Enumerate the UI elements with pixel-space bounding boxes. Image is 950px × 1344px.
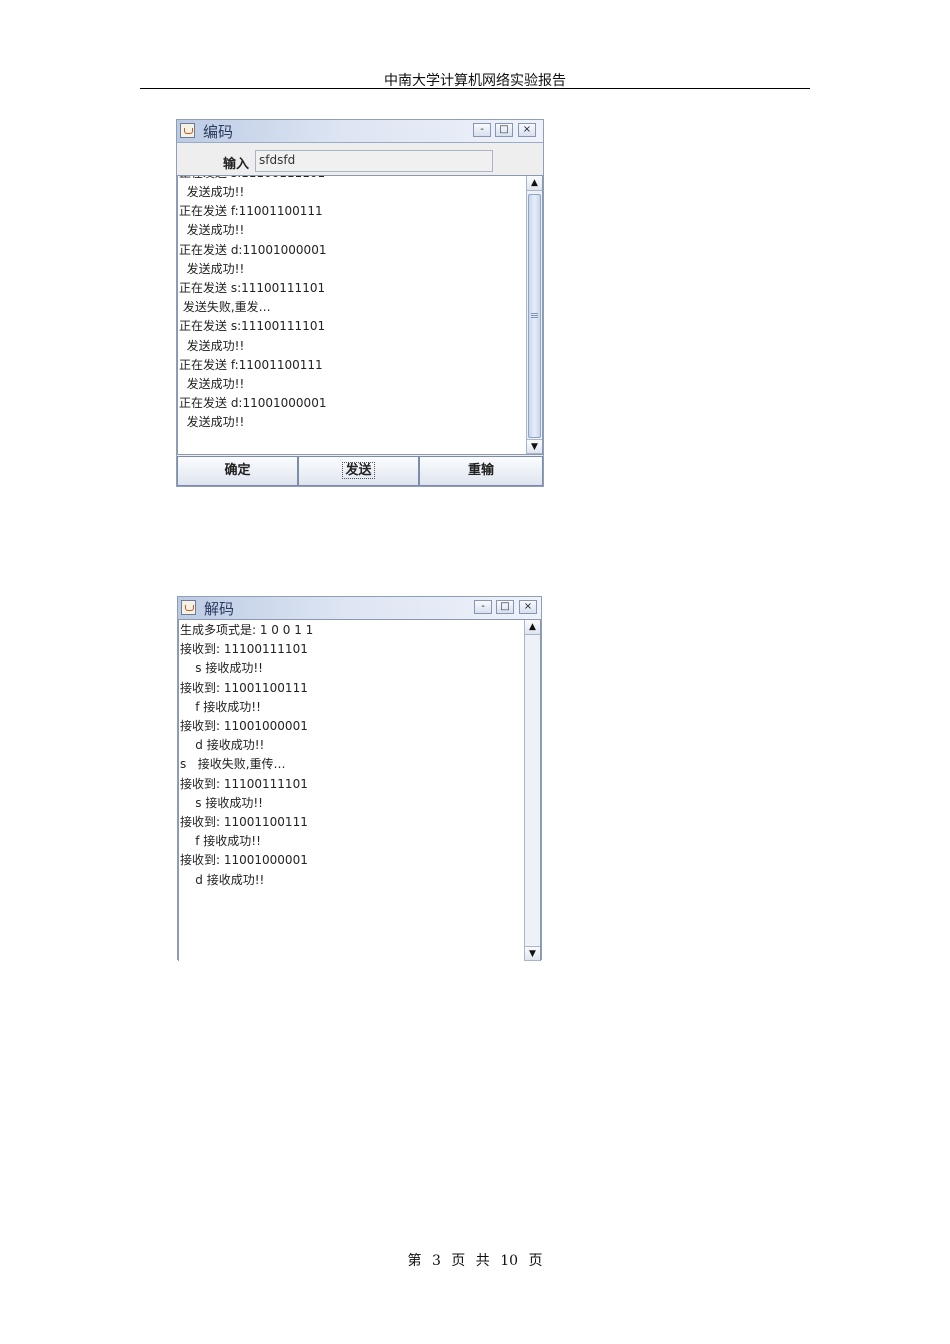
encode-log-line: 正在发送 d:11001000001 (179, 396, 327, 411)
decode-log-line: s 接收成功!! (180, 795, 263, 810)
decode-log-line: f 接收成功!! (180, 699, 261, 714)
encode-log-line: 发送成功!! (179, 261, 245, 276)
encode-titlebar[interactable]: 编码 - □ × (177, 120, 543, 143)
header-rule (140, 88, 810, 89)
decode-titlebar[interactable]: 解码 - □ × (178, 597, 541, 620)
send-button[interactable]: 发送 (298, 456, 419, 486)
encode-log-line: 正在发送 f:11001100111 (179, 204, 323, 219)
encode-window-title: 编码 (203, 123, 234, 141)
encode-log-area[interactable]: 正在发送 s:11100111101 发送成功!! 正在发送 f:11001100… (177, 175, 543, 455)
decode-log-line: 接收到: 11100111101 (180, 642, 308, 657)
close-button[interactable]: × (519, 600, 537, 614)
scroll-thumb[interactable] (528, 194, 541, 438)
scroll-down-arrow-icon[interactable]: ▼ (527, 439, 542, 454)
decode-log-line: f 接收成功!! (180, 834, 261, 849)
encode-log-line: 发送成功!! (179, 223, 245, 238)
decode-log-line: 接收到: 11001000001 (180, 853, 308, 868)
encode-log-line: 正在发送 s:11100111101 (179, 319, 326, 334)
decode-log-line: 接收到: 11001100111 (180, 680, 308, 695)
input-label: 输入 (223, 157, 250, 172)
decode-scrollbar[interactable]: ▲ ▼ (524, 620, 540, 961)
encode-log-line: 正在发送 d:11001000001 (179, 242, 327, 257)
decode-log-line: s 接收失败,重传… (180, 757, 286, 772)
reset-button-label: 重输 (467, 463, 494, 478)
encode-input-field[interactable]: sfdsfd (255, 150, 493, 172)
decode-log-line: 生成多项式是: 1 0 0 1 1 (180, 623, 314, 637)
decode-log-line: d 接收成功!! (180, 738, 265, 753)
decode-log-line: s 接收成功!! (180, 661, 263, 676)
scroll-down-arrow-icon[interactable]: ▼ (525, 946, 540, 961)
java-app-icon (180, 123, 195, 138)
button-row: 确定 发送 重输 (177, 456, 543, 486)
decode-window-title: 解码 (204, 600, 235, 618)
encode-log-line: 发送成功!! (179, 377, 245, 391)
minimize-button[interactable]: - (473, 123, 491, 137)
scroll-up-arrow-icon[interactable]: ▲ (525, 620, 540, 635)
encode-log-line: 发送失败,重发… (179, 300, 271, 315)
decode-log-line: 接收到: 11001100111 (180, 815, 308, 829)
maximize-button[interactable]: □ (496, 600, 514, 614)
java-app-icon (181, 600, 196, 615)
decode-log-line: 接收到: 11100111101 (180, 776, 308, 791)
log-line-partial: 正在发送 s:11100111101 (179, 176, 325, 183)
decode-log-line: 接收到: 11001000001 (180, 719, 308, 733)
encode-log-line: 发送成功!! (179, 415, 245, 430)
maximize-button[interactable]: □ (495, 123, 513, 137)
decode-log-line: d 接收成功!! (180, 872, 265, 887)
reset-button[interactable]: 重输 (419, 456, 543, 486)
encode-log-line: 发送成功!! (179, 185, 245, 199)
confirm-button[interactable]: 确定 (177, 456, 298, 486)
page-header: 中南大学计算机网络实验报告 (384, 73, 566, 89)
encode-log-line: 正在发送 s:11100111101 (179, 281, 326, 295)
decode-log-area[interactable]: 生成多项式是: 1 0 0 1 1 接收到: 11100111101 s 接收成功… (178, 619, 541, 961)
encode-window: 编码 - □ × 输入 sfdsfd 正在发送 s:11100111101 发送… (176, 119, 544, 487)
close-button[interactable]: × (518, 123, 536, 137)
decode-window: 解码 - □ × 生成多项式是: 1 0 0 1 1 接收到: 111001111… (177, 596, 542, 961)
encode-scrollbar[interactable]: ▲ ▼ (526, 176, 542, 454)
confirm-button-label: 确定 (224, 463, 251, 478)
encode-log-line: 正在发送 f:11001100111 (179, 357, 323, 372)
encode-log-line: 发送成功!! (179, 338, 245, 353)
scroll-up-arrow-icon[interactable]: ▲ (527, 176, 542, 191)
minimize-button[interactable]: - (474, 600, 492, 614)
page-footer: 第 3 页 共 10 页 (407, 1253, 543, 1269)
send-button-label: 发送 (342, 462, 375, 479)
